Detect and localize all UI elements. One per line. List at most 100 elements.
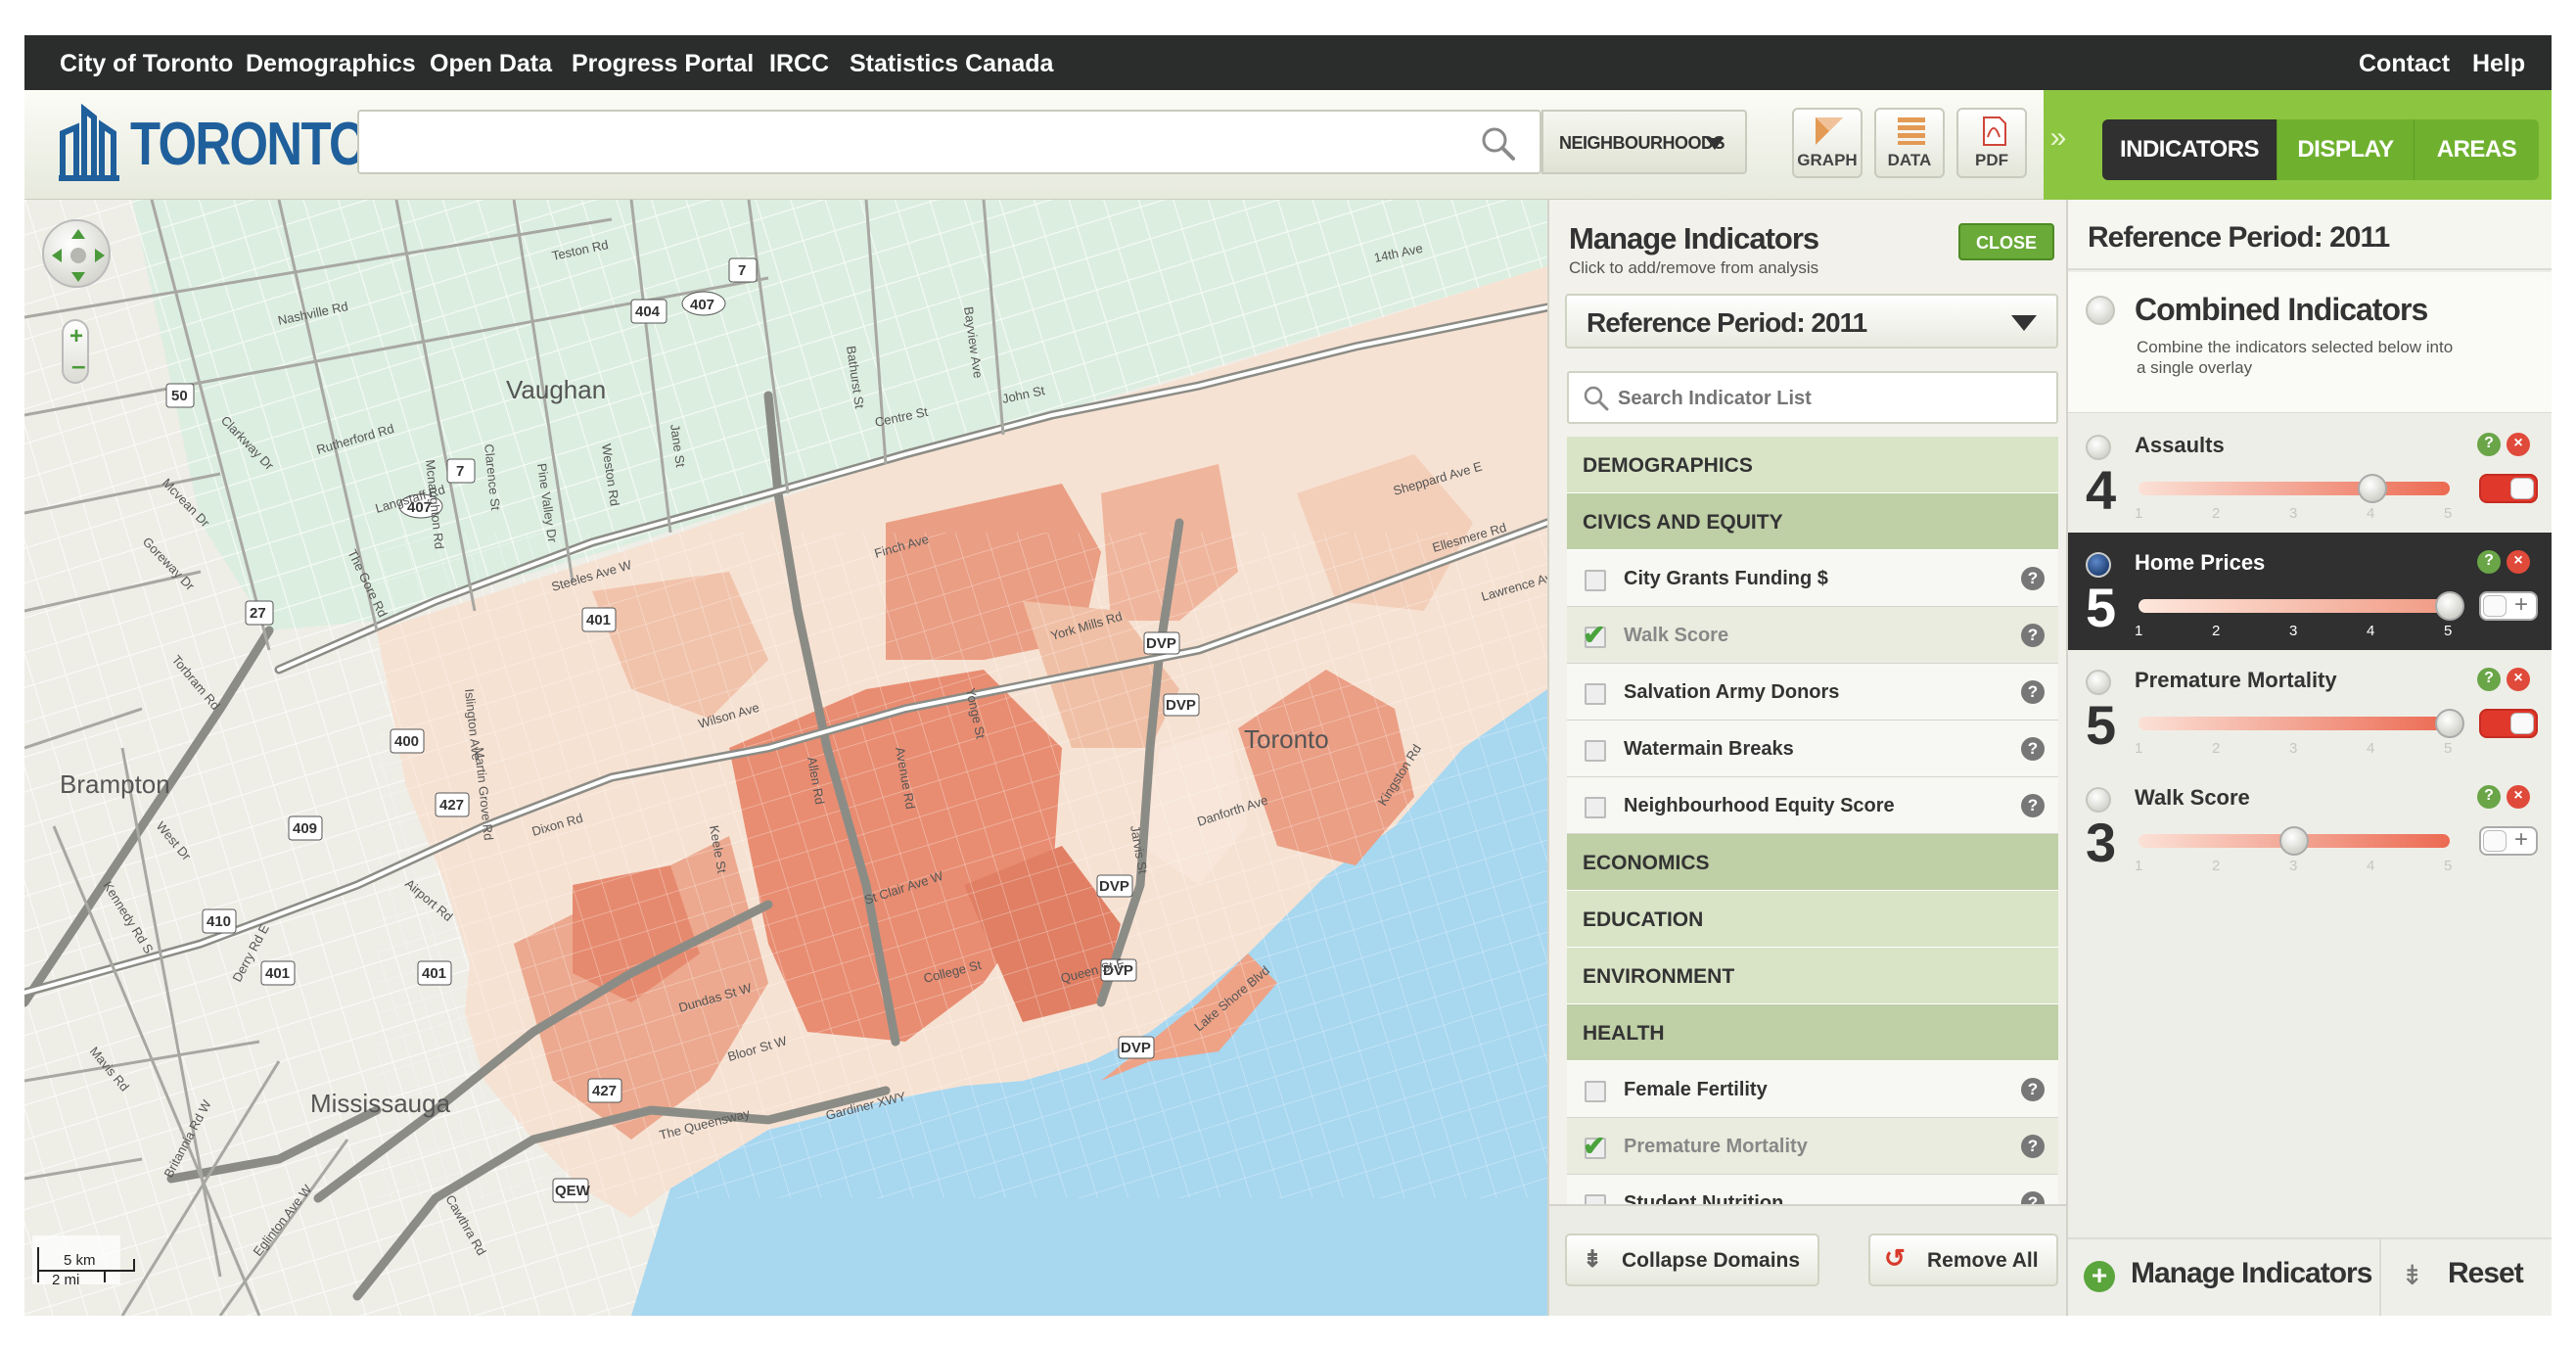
remove-all-button[interactable]: ↺ Remove All <box>1868 1234 2058 1286</box>
indicator-row[interactable]: Neighbourhood Equity Score? <box>1567 777 2058 834</box>
weight-slider-track[interactable] <box>2139 717 2450 730</box>
domain-health[interactable]: HEALTH <box>1567 1004 2058 1061</box>
tab-indicators[interactable]: INDICATORS <box>2102 119 2277 180</box>
chevron-down-icon <box>1706 138 1724 150</box>
indicator-radio[interactable] <box>2086 670 2111 695</box>
checkbox[interactable] <box>1585 740 1606 762</box>
help-icon[interactable]: ? <box>2021 1191 2045 1204</box>
nav-link-progress-portal[interactable]: Progress Portal <box>572 50 754 78</box>
toggle-switch[interactable] <box>2479 709 2538 738</box>
help-icon[interactable]: ? <box>2021 1135 2045 1158</box>
slider-ticks: 1 2 3 4 5 <box>2135 740 2453 760</box>
nav-link-contact[interactable]: Contact <box>2359 50 2450 78</box>
help-icon[interactable]: ? <box>2021 624 2045 647</box>
checkbox[interactable] <box>1585 1081 1606 1102</box>
reference-period-select[interactable]: Reference Period: 2011 <box>1565 294 2058 349</box>
tick-label: 1 <box>2135 505 2143 522</box>
indicator-row[interactable]: City Grants Funding $? <box>1567 550 2058 607</box>
data-button[interactable]: DATA <box>1874 108 1945 178</box>
indicator-label: City Grants Funding $ <box>1624 568 1828 589</box>
checkbox[interactable] <box>1585 683 1606 705</box>
domain-economics[interactable]: ECONOMICS <box>1567 834 2058 891</box>
nav-link-open-data[interactable]: Open Data <box>430 50 552 78</box>
svg-text:407: 407 <box>690 297 714 313</box>
scope-dropdown[interactable]: NEIGHBOURHOODS <box>1541 110 1747 174</box>
graph-button[interactable]: GRAPH <box>1792 108 1863 178</box>
toggle-switch[interactable] <box>2479 474 2538 503</box>
nav-link-statistics-canada[interactable]: Statistics Canada <box>850 50 1053 78</box>
remove-icon[interactable]: × <box>2507 668 2530 691</box>
help-icon[interactable]: ? <box>2021 737 2045 761</box>
indicators-panel: Reference Period: 2011 Combined Indicato… <box>2066 200 2552 1316</box>
pan-control[interactable] <box>42 219 111 288</box>
checkbox[interactable] <box>1585 570 1606 591</box>
tick-label: 5 <box>2444 740 2453 757</box>
manage-indicators-button[interactable]: + Manage Indicators <box>2068 1239 2381 1316</box>
domain-education[interactable]: EDUCATION <box>1567 891 2058 948</box>
checkbox[interactable] <box>1585 797 1606 818</box>
indicator-slot: Assaults 4 1 2 3 4 5? × <box>2068 415 2552 533</box>
search-icon[interactable] <box>1480 125 1517 163</box>
toggle-switch[interactable]: + <box>2479 826 2538 856</box>
help-icon[interactable]: ? <box>2477 550 2501 574</box>
toggle-switch[interactable]: + <box>2479 591 2538 621</box>
slider-handle[interactable] <box>2357 474 2387 503</box>
indicator-search-input[interactable] <box>1618 383 2048 414</box>
indicator-row[interactable]: Student Nutrition? <box>1567 1175 2058 1204</box>
zoom-in-icon[interactable]: + <box>69 323 83 350</box>
help-icon[interactable]: ? <box>2021 567 2045 590</box>
collapse-domains-button[interactable]: ⇟ Collapse Domains <box>1565 1234 1819 1286</box>
tab-display[interactable]: DISPLAY <box>2277 119 2414 180</box>
indicator-radio[interactable] <box>2086 435 2111 460</box>
help-icon[interactable]: ? <box>2021 680 2045 704</box>
combined-title: Combined Indicators <box>2135 292 2428 327</box>
nav-link-city-of-toronto[interactable]: City of Toronto <box>60 50 233 78</box>
indicator-row[interactable]: ✔ Walk Score? <box>1567 607 2058 664</box>
help-icon[interactable]: ? <box>2021 1078 2045 1101</box>
indicator-slot: Walk Score 3 1 2 3 4 5? × + <box>2068 768 2552 885</box>
tab-areas[interactable]: AREAS <box>2414 119 2539 180</box>
close-button[interactable]: CLOSE <box>1958 223 2054 260</box>
svg-text:401: 401 <box>586 612 611 628</box>
checkbox[interactable] <box>1585 1194 1606 1204</box>
indicators-footer: + Manage Indicators ⇟ Reset <box>2068 1237 2552 1316</box>
indicator-radio[interactable] <box>2086 787 2111 813</box>
indicator-row[interactable]: Salvation Army Donors? <box>1567 664 2058 721</box>
weight-slider-track[interactable] <box>2139 599 2450 613</box>
nav-link-help[interactable]: Help <box>2472 50 2525 78</box>
help-icon[interactable]: ? <box>2477 785 2501 809</box>
remove-icon[interactable]: × <box>2507 550 2530 574</box>
indicator-radio[interactable] <box>2086 552 2111 578</box>
tick-label: 3 <box>2289 858 2298 874</box>
domain-environment[interactable]: ENVIRONMENT <box>1567 948 2058 1004</box>
indicator-label: Watermain Breaks <box>1624 738 1794 760</box>
slider-handle[interactable] <box>2435 591 2464 621</box>
indicator-row[interactable]: Female Fertility? <box>1567 1061 2058 1118</box>
search-input[interactable] <box>363 116 1440 168</box>
slider-handle[interactable] <box>2279 826 2309 856</box>
combined-radio[interactable] <box>2086 296 2115 325</box>
remove-icon[interactable]: × <box>2507 785 2530 809</box>
pdf-button[interactable]: PDF <box>1956 108 2027 178</box>
graph-label: GRAPH <box>1797 151 1858 169</box>
help-icon[interactable]: ? <box>2477 433 2501 456</box>
map-view[interactable]: 50 7 404 407 27 407 7 401 400 409 427 41… <box>24 200 1547 1316</box>
weight-slider-track[interactable] <box>2139 482 2450 495</box>
domain-demographics[interactable]: DEMOGRAPHICS <box>1567 437 2058 493</box>
slider-handle[interactable] <box>2435 709 2464 738</box>
help-icon[interactable]: ? <box>2021 794 2045 817</box>
domain-civics-and-equity[interactable]: CIVICS AND EQUITY <box>1567 493 2058 550</box>
reset-button[interactable]: ⇟ Reset <box>2383 1239 2552 1316</box>
remove-icon[interactable]: × <box>2507 433 2530 456</box>
zoom-out-icon[interactable]: – <box>71 350 85 381</box>
nav-link-demographics[interactable]: Demographics <box>246 50 416 78</box>
help-icon[interactable]: ? <box>2477 668 2501 691</box>
tick-label: 3 <box>2289 740 2298 757</box>
svg-text:7: 7 <box>456 463 464 480</box>
indicator-row[interactable]: Watermain Breaks? <box>1567 721 2058 777</box>
collapse-panel-icon[interactable]: » <box>2044 90 2073 200</box>
choropleth-map[interactable]: 50 7 404 407 27 407 7 401 400 409 427 41… <box>24 200 1547 1316</box>
nav-link-ircc[interactable]: IRCC <box>769 50 829 78</box>
indicator-row[interactable]: ✔ Premature Mortality? <box>1567 1118 2058 1175</box>
pan-arrows-icon <box>52 229 105 282</box>
